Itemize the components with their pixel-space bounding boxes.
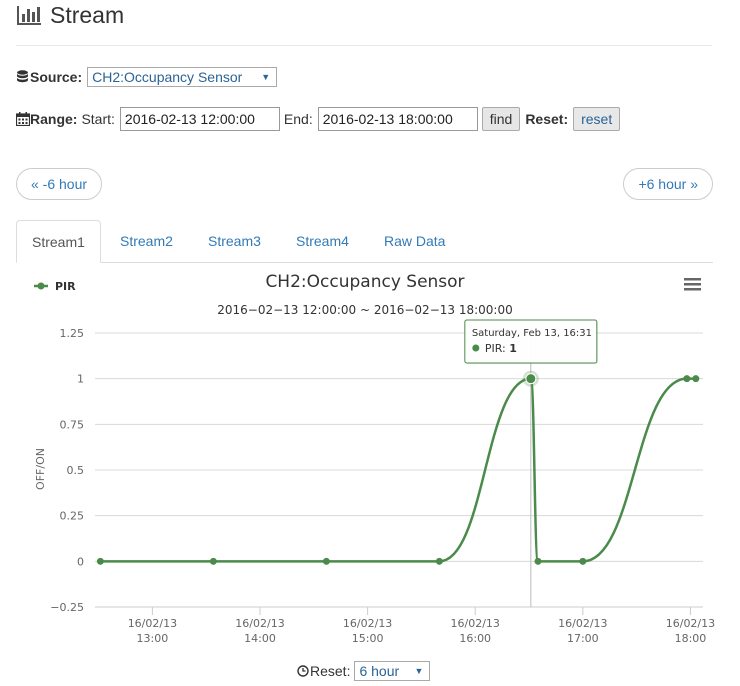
tooltip-date: Saturday, Feb 13, 16:31	[472, 328, 592, 339]
tab-stream1[interactable]: Stream1	[16, 220, 101, 263]
source-select[interactable]: CH2:Occupancy Sensor ▼	[87, 67, 278, 87]
x-tick-label: 13:00	[137, 632, 169, 645]
legend-item-pir[interactable]: PIR	[34, 280, 76, 293]
tooltip-series-dot	[472, 344, 480, 352]
page-header: Stream	[16, 0, 124, 30]
footer-reset-label: Reset:	[310, 663, 351, 679]
clock-icon	[297, 665, 309, 677]
x-tick-label: 16:00	[459, 632, 491, 645]
y-tick-label: 0.25	[60, 510, 85, 523]
data-point[interactable]	[322, 557, 330, 565]
x-tick-label: 17:00	[567, 632, 599, 645]
find-button[interactable]: find	[481, 107, 521, 131]
x-tick-label: 16/02/13	[666, 617, 715, 630]
reset-interval-select[interactable]: 6 hour ▼	[354, 661, 431, 681]
x-tick-label: 16/02/13	[343, 617, 392, 630]
tooltip-value: PIR: 1	[485, 342, 517, 355]
chevron-down-icon: ▼	[261, 72, 271, 82]
bar-chart-icon	[17, 6, 41, 25]
data-point[interactable]	[435, 557, 443, 565]
x-tick-label: 16/02/13	[128, 617, 177, 630]
series-pir	[96, 370, 700, 565]
reset-label: Reset:	[525, 111, 569, 127]
source-label: Source:	[30, 69, 83, 85]
data-point[interactable]	[525, 373, 537, 385]
x-tick-label: 16/02/13	[235, 617, 284, 630]
chart-menu-icon[interactable]	[684, 278, 701, 291]
y-tick-label: 1.25	[60, 327, 85, 340]
y-tick-label: 0	[77, 555, 84, 568]
stream-tabs: Stream1 Stream2 Stream3 Stream4 Raw Data	[16, 220, 713, 263]
stream-chart: PIR CH2:Occupancy Sensor 2016−02−13 12:0…	[34, 272, 715, 645]
start-input[interactable]: 2016-02-13 12:00:00	[119, 107, 280, 131]
range-label: Range:	[30, 111, 78, 127]
chart-subtitle: 2016−02−13 12:00:00 ~ 2016−02−13 18:00:0…	[217, 303, 512, 317]
reset-button[interactable]: reset	[573, 107, 621, 131]
data-point[interactable]	[534, 557, 542, 565]
chart-title: CH2:Occupancy Sensor	[265, 272, 464, 292]
footer-reset-row: Reset: 6 hour ▼	[297, 661, 431, 681]
reset-interval-value: 6 hour	[359, 663, 400, 679]
chevron-down-icon: ▼	[414, 666, 424, 676]
start-label: Start:	[81, 111, 115, 127]
tooltip: Saturday, Feb 13, 16:31 PIR: 1	[464, 319, 598, 364]
tab-stream3[interactable]: Stream3	[193, 220, 276, 262]
y-axis-ticks: −0.25 0 0.25 0.5 0.75 1 1.25	[50, 327, 84, 614]
grid-lines	[95, 332, 703, 608]
divider	[16, 45, 712, 46]
data-point[interactable]	[692, 375, 700, 383]
range-row: Range: Start: 2016-02-13 12:00:00 End: 2…	[16, 107, 621, 131]
tab-stream4[interactable]: Stream4	[281, 220, 364, 262]
x-tick-label: 18:00	[675, 632, 707, 645]
next-6-hour-button[interactable]: +6 hour »	[623, 168, 713, 200]
prev-6-hour-button[interactable]: « -6 hour	[16, 168, 103, 200]
data-point[interactable]	[579, 557, 587, 565]
x-tick-label: 16/02/13	[558, 617, 607, 630]
data-point[interactable]	[683, 375, 691, 383]
y-tick-label: 1	[77, 373, 84, 386]
end-label: End:	[283, 111, 313, 127]
x-tick-label: 15:00	[352, 632, 384, 645]
x-axis-ticks: 16/02/13 13:00 16/02/13 14:00 16/02/13 15:00 1…	[128, 607, 715, 645]
y-axis-label: OFF/ON	[34, 448, 47, 490]
source-row: Source: CH2:Occupancy Sensor ▼	[16, 67, 278, 87]
database-icon	[17, 70, 28, 83]
legend-label: PIR	[55, 280, 76, 293]
page-title: Stream	[50, 1, 125, 28]
y-tick-label: −0.25	[50, 601, 84, 614]
calendar-icon	[16, 112, 30, 126]
x-tick-label: 16/02/13	[451, 617, 500, 630]
tab-stream2[interactable]: Stream2	[105, 220, 188, 262]
end-input[interactable]: 2016-02-13 18:00:00	[317, 107, 478, 131]
x-tick-label: 14:00	[244, 632, 276, 645]
tab-raw-data[interactable]: Raw Data	[369, 220, 460, 262]
y-tick-label: 0.5	[67, 464, 85, 477]
y-tick-label: 0.75	[60, 418, 85, 431]
data-point[interactable]	[96, 557, 104, 565]
source-select-value: CH2:Occupancy Sensor	[92, 69, 243, 85]
data-point[interactable]	[209, 557, 217, 565]
